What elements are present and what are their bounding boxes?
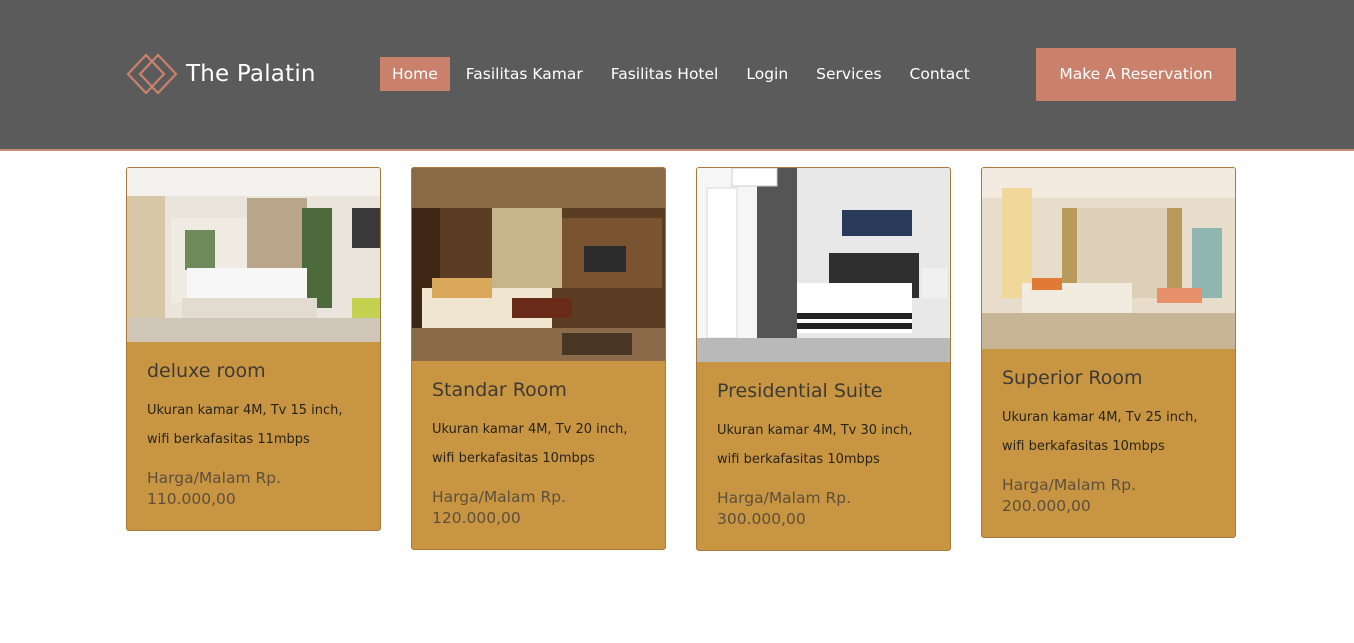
room-price-value: 110.000,00 <box>147 490 236 508</box>
room-photo <box>412 168 665 361</box>
room-title: deluxe room <box>147 360 266 382</box>
room-desc-line: wifi berkafasitas 10mbps <box>432 451 595 466</box>
nav-item-contact[interactable]: Contact <box>898 57 982 91</box>
room-photo <box>982 168 1235 349</box>
nav-item-services[interactable]: Services <box>804 57 893 91</box>
room-desc-line: Ukuran kamar 4M, Tv 25 inch, <box>1002 410 1198 425</box>
site-header: The Palatin Home Fasilitas Kamar Fasilit… <box>0 0 1354 151</box>
room-price-value: 120.000,00 <box>432 509 521 527</box>
nav-item-home[interactable]: Home <box>380 57 450 91</box>
room-desc-line: Ukuran kamar 4M, Tv 20 inch, <box>432 422 628 437</box>
nav-item-login[interactable]: Login <box>734 57 800 91</box>
room-card-superior[interactable]: Superior Room Ukuran kamar 4M, Tv 25 inc… <box>981 167 1236 538</box>
room-price-value: 200.000,00 <box>1002 497 1091 515</box>
room-photo <box>127 168 380 342</box>
room-desc-line: wifi berkafasitas 10mbps <box>717 452 880 467</box>
room-desc-line: Ukuran kamar 4M, Tv 30 inch, <box>717 423 913 438</box>
diamond-logo-icon <box>126 53 178 95</box>
main-nav: Home Fasilitas Kamar Fasilitas Hotel Log… <box>380 57 986 91</box>
room-card-standar[interactable]: Standar Room Ukuran kamar 4M, Tv 20 inch… <box>411 167 666 550</box>
room-desc-line: wifi berkafasitas 10mbps <box>1002 439 1165 454</box>
make-reservation-button[interactable]: Make A Reservation <box>1036 48 1236 101</box>
room-card-presidential[interactable]: Presidential Suite Ukuran kamar 4M, Tv 3… <box>696 167 951 551</box>
room-desc-line: wifi berkafasitas 11mbps <box>147 432 310 447</box>
room-card-deluxe[interactable]: deluxe room Ukuran kamar 4M, Tv 15 inch,… <box>126 167 381 531</box>
brand[interactable]: The Palatin <box>126 53 316 95</box>
room-price-label: Harga/Malam Rp. <box>147 469 282 487</box>
room-title: Superior Room <box>1002 367 1143 389</box>
room-desc-line: Ukuran kamar 4M, Tv 15 inch, <box>147 403 343 418</box>
room-photo <box>697 168 950 362</box>
room-price-label: Harga/Malam Rp. <box>432 488 567 506</box>
room-title: Presidential Suite <box>717 380 883 402</box>
room-card-body: Superior Room Ukuran kamar 4M, Tv 25 inc… <box>982 349 1235 537</box>
room-price-value: 300.000,00 <box>717 510 806 528</box>
room-price-label: Harga/Malam Rp. <box>1002 476 1137 494</box>
nav-item-fasilitas-hotel[interactable]: Fasilitas Hotel <box>599 57 731 91</box>
room-card-body: deluxe room Ukuran kamar 4M, Tv 15 inch,… <box>127 342 380 530</box>
room-price-label: Harga/Malam Rp. <box>717 489 852 507</box>
brand-name: The Palatin <box>186 61 316 87</box>
room-card-body: Presidential Suite Ukuran kamar 4M, Tv 3… <box>697 362 950 550</box>
nav-item-fasilitas-kamar[interactable]: Fasilitas Kamar <box>454 57 595 91</box>
room-card-body: Standar Room Ukuran kamar 4M, Tv 20 inch… <box>412 361 665 549</box>
room-title: Standar Room <box>432 379 567 401</box>
